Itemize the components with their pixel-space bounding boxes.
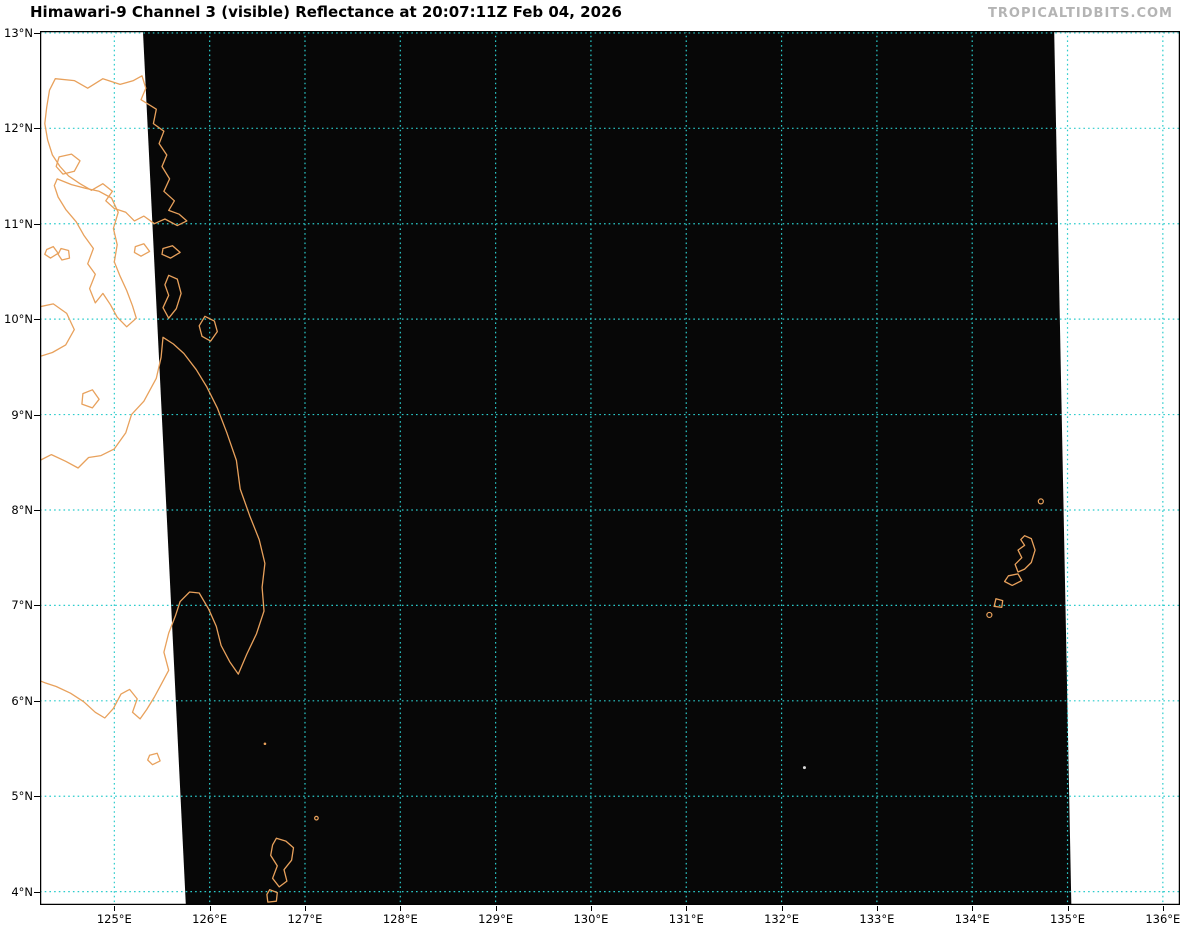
lon-tick	[1067, 906, 1069, 911]
page-title: Himawari-9 Channel 3 (visible) Reflectan…	[30, 3, 622, 21]
lat-tick-label: 10°N	[4, 312, 33, 327]
lon-tick-label: 129°E	[478, 912, 514, 926]
lat-tick-label: 8°N	[11, 502, 33, 517]
lat-tick-label: 4°N	[11, 884, 33, 899]
lat-tick	[34, 796, 40, 798]
lat-tick	[34, 700, 40, 702]
lat-tick	[34, 128, 40, 130]
satellite-image-page: Himawari-9 Channel 3 (visible) Reflectan…	[0, 0, 1200, 929]
lon-tick	[400, 906, 402, 911]
lat-tick	[34, 509, 40, 511]
lon-tick	[495, 906, 497, 911]
lon-tick	[876, 906, 878, 911]
satellite-map-canvas	[40, 31, 1180, 905]
lat-tick	[34, 414, 40, 416]
lat-tick-label: 12°N	[4, 121, 33, 136]
lon-tick	[686, 906, 688, 911]
map-plot-area	[40, 31, 1180, 905]
lat-tick	[34, 223, 40, 225]
lat-tick-label: 7°N	[11, 598, 33, 613]
lon-tick-label: 133°E	[859, 912, 895, 926]
lat-tick-label: 13°N	[4, 25, 33, 40]
island-dot-miangas-island	[263, 742, 267, 746]
lon-tick	[304, 906, 306, 911]
lat-tick-label: 9°N	[11, 407, 33, 422]
lon-tick-label: 127°E	[287, 912, 323, 926]
lat-tick	[34, 605, 40, 607]
lon-tick	[590, 906, 592, 911]
lat-tick-label: 5°N	[11, 789, 33, 804]
lon-tick-label: 130°E	[573, 912, 609, 926]
lon-tick-label: 134°E	[954, 912, 990, 926]
lat-tick	[34, 891, 40, 893]
lon-tick	[209, 906, 211, 911]
lon-tick-label: 132°E	[764, 912, 800, 926]
lat-tick-label: 11°N	[4, 216, 33, 231]
island-dot-helen-reef-speck	[802, 766, 806, 770]
lon-tick-label: 131°E	[668, 912, 704, 926]
lon-tick-label: 135°E	[1050, 912, 1085, 926]
lat-tick	[34, 32, 40, 34]
lon-tick	[781, 906, 783, 911]
lat-tick	[34, 319, 40, 321]
lat-tick-label: 6°N	[11, 693, 33, 708]
lon-tick	[1162, 906, 1164, 911]
satellite-swath	[142, 31, 1072, 905]
lon-tick-label: 136°E	[1145, 912, 1181, 926]
lon-tick	[114, 906, 116, 911]
lon-tick-label: 126°E	[192, 912, 228, 926]
lon-tick-label: 128°E	[382, 912, 418, 926]
lon-tick-label: 125°E	[96, 912, 132, 926]
site-watermark: TROPICALTIDBITS.COM	[988, 6, 1173, 21]
lon-tick	[972, 906, 974, 911]
